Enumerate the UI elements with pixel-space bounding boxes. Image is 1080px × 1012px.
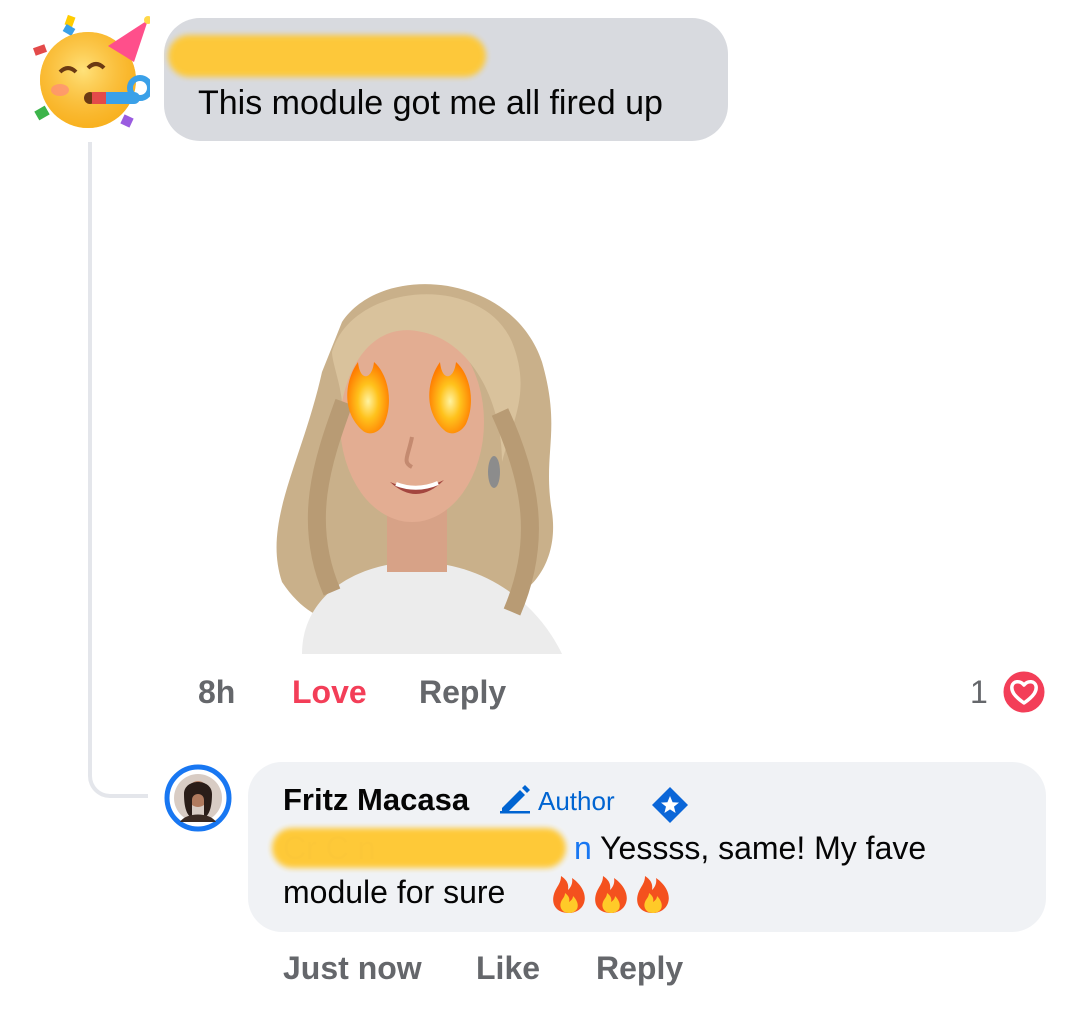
fire-emoji-row bbox=[549, 872, 673, 919]
pencil-icon bbox=[498, 784, 532, 819]
redacted-mention bbox=[272, 828, 566, 868]
fire-emoji-icon bbox=[549, 872, 589, 919]
fire-emoji-icon bbox=[591, 872, 631, 919]
reaction-count[interactable]: 1 bbox=[970, 674, 988, 711]
avatar-sticker-fire-eyes bbox=[262, 262, 572, 654]
avatar[interactable] bbox=[164, 764, 232, 832]
reply-author-name[interactable]: Fritz Macasa bbox=[283, 782, 469, 818]
partying-face-emoji-icon[interactable] bbox=[30, 12, 153, 132]
comment-text: This module got me all fired up bbox=[198, 84, 663, 122]
redacted-commenter-name bbox=[168, 35, 486, 77]
fire-emoji-icon bbox=[633, 872, 673, 919]
thread-connector bbox=[88, 142, 148, 798]
love-reaction-button[interactable]: Love bbox=[292, 674, 367, 711]
reply-button[interactable]: Reply bbox=[419, 674, 506, 711]
comment-timestamp: 8h bbox=[198, 674, 236, 710]
like-button[interactable]: Like bbox=[476, 950, 540, 987]
reply-text-line2: module for sure bbox=[283, 874, 506, 910]
mention-fragment[interactable]: n bbox=[574, 830, 592, 866]
reply-timestamp: Just now bbox=[283, 950, 422, 986]
author-badge-label: Author bbox=[538, 786, 615, 816]
love-heart-icon[interactable] bbox=[1000, 668, 1048, 716]
top-fan-star-icon bbox=[651, 786, 689, 824]
reply-button[interactable]: Reply bbox=[596, 950, 683, 987]
reply-text-line1: n Yessss, same! My fave bbox=[574, 830, 926, 867]
author-badge: Author bbox=[498, 784, 615, 819]
reply-text: Yessss, same! My fave bbox=[600, 830, 927, 866]
